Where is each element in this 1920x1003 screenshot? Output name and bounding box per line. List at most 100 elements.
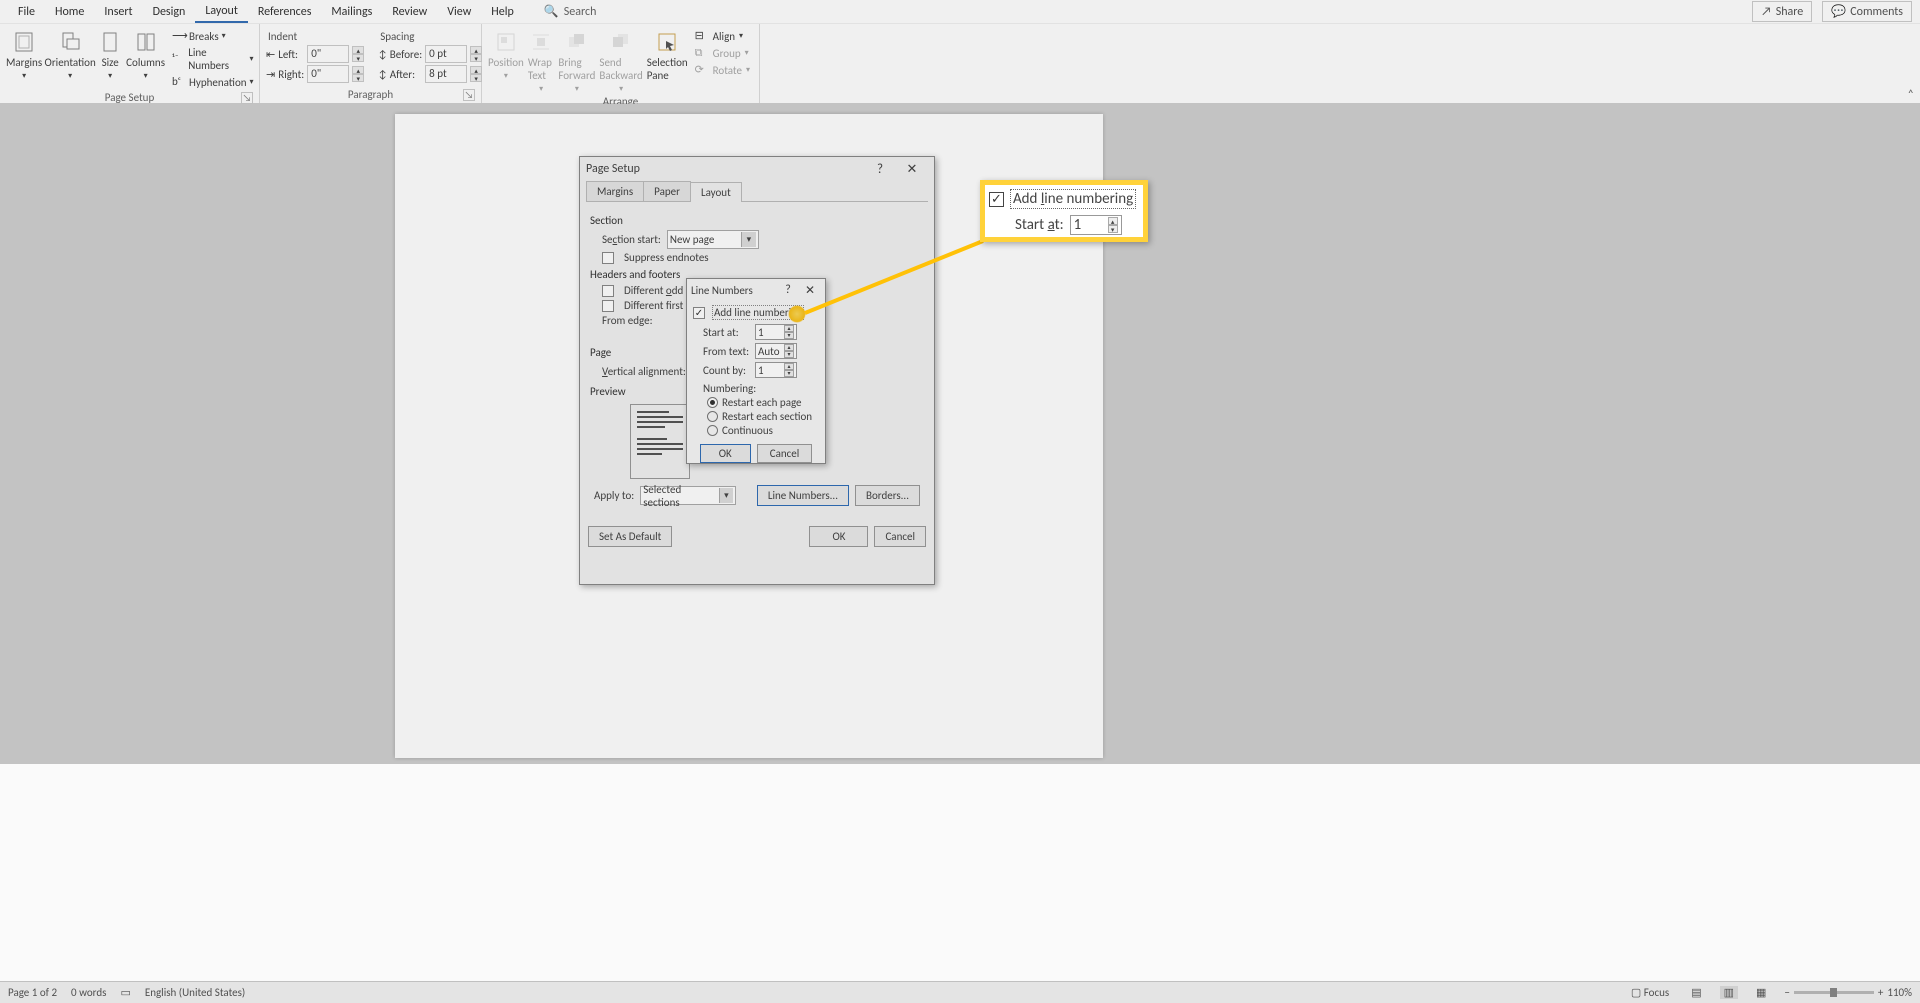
start-at-input[interactable]: 1▴▾ xyxy=(755,324,797,340)
ln-close-button[interactable]: ✕ xyxy=(799,283,821,298)
status-words[interactable]: 0 words xyxy=(71,986,106,999)
page-setup-close-button[interactable]: ✕ xyxy=(896,162,928,177)
spacing-title: Spacing xyxy=(380,30,484,43)
spellcheck-icon[interactable]: ▭ xyxy=(120,986,130,999)
suppress-endnotes-label: Suppress endnotes xyxy=(624,251,709,264)
tab-file[interactable]: File xyxy=(8,2,45,22)
selectionpane-icon xyxy=(655,30,679,54)
page-setup-dialog-launcher[interactable]: ↘ xyxy=(241,92,253,104)
tab-layout[interactable]: Layout xyxy=(195,1,248,23)
add-line-numbering-checkbox[interactable] xyxy=(693,307,705,319)
spacing-before-icon: ↕ xyxy=(378,48,387,61)
borders-button[interactable]: Borders... xyxy=(855,485,920,506)
ps-tab-margins[interactable]: Margins xyxy=(586,181,644,201)
send-backward-button: Send Backward▾ xyxy=(599,28,642,94)
orientation-icon xyxy=(58,30,82,54)
diff-first-page-checkbox[interactable] xyxy=(602,300,614,312)
restart-each-section-radio[interactable]: Restart each section xyxy=(707,410,819,423)
web-layout-button[interactable]: ▦ xyxy=(1752,986,1770,999)
tab-references[interactable]: References xyxy=(248,2,322,22)
set-as-default-button[interactable]: Set As Default xyxy=(588,526,672,547)
callout-start-at-label: Start at: xyxy=(1015,216,1064,234)
indent-title: Indent xyxy=(268,30,366,43)
menu-tabs: File Home Insert Design Layout Reference… xyxy=(0,0,1920,24)
ribbon: Margins▾ Orientation▾ Size▾ Columns▾ ⟶Br… xyxy=(0,24,1920,104)
tab-design[interactable]: Design xyxy=(143,2,196,22)
status-page[interactable]: Page 1 of 2 xyxy=(8,986,57,999)
indent-left-icon: ⇤ xyxy=(266,48,275,61)
search-label: Search xyxy=(564,5,597,19)
zoom-control[interactable]: − + 110% xyxy=(1784,986,1912,999)
read-mode-button[interactable]: ▤ xyxy=(1687,986,1705,999)
spacing-before-input[interactable]: 0 pt xyxy=(425,45,467,63)
ln-help-button[interactable]: ? xyxy=(777,283,799,297)
ps-ok-button[interactable]: OK xyxy=(809,526,868,547)
restart-each-page-radio[interactable]: Restart each page xyxy=(707,396,819,409)
sendbackward-icon xyxy=(609,30,633,54)
ps-tab-paper[interactable]: Paper xyxy=(643,181,691,201)
breaks-button[interactable]: ⟶Breaks ▾ xyxy=(169,28,257,44)
focus-mode-button[interactable]: ▢ Focus xyxy=(1627,986,1673,999)
line-numbers-dialog-button[interactable]: Line Numbers... xyxy=(757,485,849,506)
indent-right-input[interactable]: 0" xyxy=(307,65,349,83)
spacing-after-icon: ↕ xyxy=(378,68,387,81)
suppress-endnotes-checkbox[interactable] xyxy=(602,252,614,264)
hyphenation-button[interactable]: bᶜHyphenation ▾ xyxy=(169,74,257,90)
position-icon xyxy=(494,30,518,54)
selection-pane-button[interactable]: Selection Pane xyxy=(647,28,688,82)
zoom-in-button[interactable]: + xyxy=(1878,986,1883,999)
search-box[interactable]: 🔍 Search xyxy=(544,4,597,19)
margins-button[interactable]: Margins▾ xyxy=(6,28,42,81)
collapse-ribbon-button[interactable]: ˄ xyxy=(1908,88,1914,102)
paragraph-dialog-launcher[interactable]: ↘ xyxy=(463,89,475,101)
bring-forward-button: Bring Forward▾ xyxy=(558,28,595,94)
tab-insert[interactable]: Insert xyxy=(94,2,142,22)
highlight-marker xyxy=(788,305,806,323)
group-button: ⧉Group ▾ xyxy=(692,45,753,61)
bringforward-icon xyxy=(565,30,589,54)
spacing-after-input[interactable]: 8 pt xyxy=(425,65,467,83)
from-edge-label: From edge: xyxy=(602,314,653,327)
from-text-input[interactable]: Auto▴▾ xyxy=(755,343,797,359)
share-button[interactable]: ↗Share xyxy=(1752,1,1812,22)
ln-ok-button[interactable]: OK xyxy=(700,444,751,463)
ps-tab-layout[interactable]: Layout xyxy=(690,182,742,202)
vertical-alignment-label: Vertical alignment: xyxy=(602,365,686,378)
callout-checkbox-icon xyxy=(989,192,1004,207)
ps-section-label: Section xyxy=(590,214,924,227)
indent-left-input[interactable]: 0" xyxy=(307,45,349,63)
status-language[interactable]: English (United States) xyxy=(145,986,245,999)
align-button[interactable]: ⊟Align ▾ xyxy=(692,28,753,44)
columns-button[interactable]: Columns▾ xyxy=(126,28,165,81)
tab-help[interactable]: Help xyxy=(481,2,524,22)
indent-right-label: Right: xyxy=(278,68,304,81)
tab-view[interactable]: View xyxy=(437,2,481,22)
orientation-button[interactable]: Orientation▾ xyxy=(46,28,94,81)
continuous-radio[interactable]: Continuous xyxy=(707,424,819,437)
diff-odd-even-checkbox[interactable] xyxy=(602,285,614,297)
group-icon: ⧉ xyxy=(695,46,709,60)
ln-cancel-button[interactable]: Cancel xyxy=(757,444,813,463)
spacing-after-label: After: xyxy=(390,68,422,81)
tab-review[interactable]: Review xyxy=(382,2,437,22)
print-layout-button[interactable]: ▥ xyxy=(1720,986,1738,999)
ln-title: Line Numbers xyxy=(691,284,777,297)
ps-cancel-button[interactable]: Cancel xyxy=(874,526,926,547)
chevron-down-icon: ▾ xyxy=(22,71,26,81)
zoom-slider[interactable] xyxy=(1794,991,1874,994)
indent-right-icon: ⇥ xyxy=(266,68,275,81)
section-start-select[interactable]: New page▾ xyxy=(667,230,759,249)
tab-mailings[interactable]: Mailings xyxy=(321,2,382,22)
zoom-out-button[interactable]: − xyxy=(1784,986,1789,999)
wrap-text-button: Wrap Text▾ xyxy=(528,28,555,94)
indent-left-spinner[interactable]: ▴▾ xyxy=(352,46,366,62)
zoom-percent[interactable]: 110% xyxy=(1887,986,1912,999)
apply-to-select[interactable]: Selected sections▾ xyxy=(640,486,736,505)
count-by-input[interactable]: 1▴▾ xyxy=(755,362,797,378)
line-numbers-button[interactable]: ¹⁻Line Numbers ▾ xyxy=(169,45,257,73)
tab-home[interactable]: Home xyxy=(45,2,94,22)
comments-button[interactable]: 💬Comments xyxy=(1822,1,1912,22)
page-setup-help-button[interactable]: ? xyxy=(864,162,896,177)
size-button[interactable]: Size▾ xyxy=(98,28,122,81)
indent-right-spinner[interactable]: ▴▾ xyxy=(352,66,366,82)
